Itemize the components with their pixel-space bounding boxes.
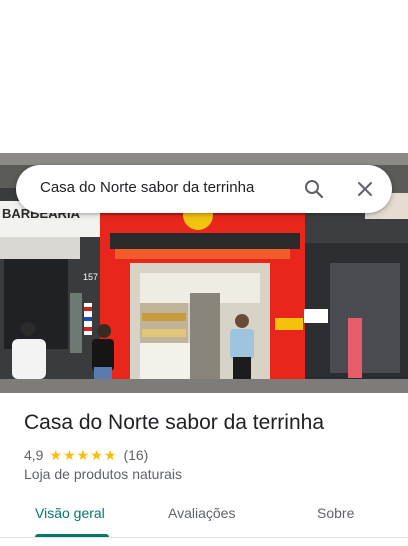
map-blank-area — [0, 0, 408, 153]
house-number: 157 — [83, 272, 98, 282]
star-rating: ★ ★ ★ ★ ★ — [49, 448, 117, 462]
search-bar[interactable]: Casa do Norte sabor da terrinha — [16, 165, 392, 213]
place-title: Casa do Norte sabor da terrinha — [24, 411, 324, 434]
tab-reviews[interactable]: Avaliações — [168, 505, 235, 521]
rating-value: 4,9 — [24, 447, 44, 463]
search-button[interactable] — [299, 174, 329, 204]
search-icon — [305, 180, 324, 199]
rating-row[interactable]: 4,9 ★ ★ ★ ★ ★ (16) — [24, 446, 148, 464]
search-input[interactable]: Casa do Norte sabor da terrinha — [40, 179, 254, 196]
tab-about[interactable]: Sobre — [317, 505, 354, 521]
star-icon: ★ — [63, 447, 76, 463]
star-icon: ★ — [49, 447, 63, 463]
star-icon: ★ — [76, 447, 90, 463]
star-icon: ★ — [103, 447, 117, 463]
star-icon: ★ — [90, 447, 103, 463]
clear-search-button[interactable] — [350, 174, 380, 204]
tabs-divider — [0, 537, 408, 538]
close-icon — [358, 182, 372, 196]
review-count[interactable]: (16) — [123, 447, 148, 463]
place-category[interactable]: Loja de produtos naturais — [24, 466, 182, 482]
tab-overview[interactable]: Visão geral — [35, 505, 105, 521]
